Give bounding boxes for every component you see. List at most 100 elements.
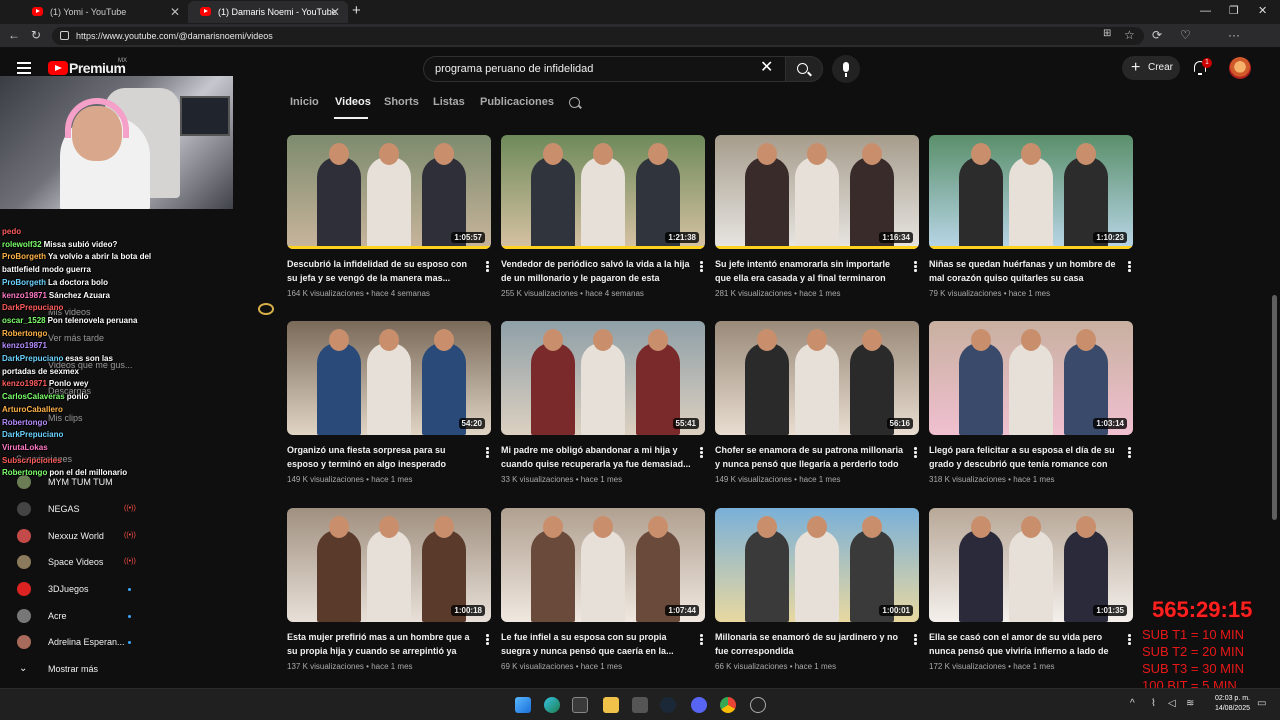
video-card[interactable]: 1:16:34 Su jefe intentó enamorarla sin im… <box>715 135 919 298</box>
video-thumbnail[interactable]: 1:05:57 <box>287 135 491 249</box>
browser-tab-yomi[interactable]: (1) Yomi - YouTube ✕ <box>20 1 188 23</box>
tab-publicaciones[interactable]: Publicaciones <box>480 96 554 108</box>
youtube-premium-wordmark[interactable]: Premium <box>69 60 126 76</box>
more-actions-icon[interactable] <box>700 634 703 645</box>
more-actions-icon[interactable] <box>486 447 489 458</box>
video-thumbnail[interactable]: 1:01:35 <box>929 508 1133 622</box>
extensions-icon[interactable]: ⟳ <box>1152 28 1162 42</box>
notification-center-icon[interactable]: ▭ <box>1257 698 1266 709</box>
search-input[interactable]: programa peruano de infidelidad <box>423 56 785 82</box>
close-tab-icon[interactable]: ✕ <box>330 1 340 23</box>
more-actions-icon[interactable] <box>1128 634 1131 645</box>
more-actions-icon[interactable] <box>914 447 917 458</box>
clear-search-icon[interactable]: ✕ <box>760 59 773 77</box>
tab-shorts[interactable]: Shorts <box>384 96 419 108</box>
video-thumbnail[interactable]: 54:20 <box>287 321 491 435</box>
url-input[interactable]: https://www.youtube.com/@damarisnoemi/vi… <box>52 27 1144 45</box>
browser-tab-damaris[interactable]: (1) Damaris Noemi - YouTube ✕ <box>188 1 348 23</box>
back-arrow-icon[interactable]: ← <box>8 28 20 42</box>
video-thumbnail[interactable]: 55:41 <box>501 321 705 435</box>
network-icon[interactable]: ⌇ <box>1151 698 1156 709</box>
search-button[interactable] <box>785 56 823 82</box>
video-title[interactable]: Millonaria se enamoró de su jardinero y … <box>715 631 905 658</box>
sidebar-sub-negas[interactable]: NEGAS ((•)) <box>14 499 214 519</box>
video-card[interactable]: 1:00:18 Esta mujer prefirió mas a un homb… <box>287 508 491 671</box>
health-icon[interactable]: ♡ <box>1180 28 1191 42</box>
voice-search-button[interactable] <box>832 55 860 83</box>
more-actions-icon[interactable] <box>486 634 489 645</box>
video-title[interactable]: Le fue infiel a su esposa con su propia … <box>501 631 691 658</box>
start-menu-icon[interactable] <box>515 697 531 713</box>
minimize-icon[interactable]: — <box>1200 0 1211 22</box>
video-card[interactable]: 1:21:38 Vendedor de periódico salvó la vi… <box>501 135 705 298</box>
video-card[interactable]: 1:10:23 Niñas se quedan huérfanas y un ho… <box>929 135 1133 298</box>
video-thumbnail[interactable]: 56:16 <box>715 321 919 435</box>
wifi-icon[interactable]: ≋ <box>1186 698 1194 709</box>
video-title[interactable]: Mi padre me obligó abandonar a mi hija y… <box>501 444 691 471</box>
more-menu-icon[interactable]: ··· <box>1228 28 1240 42</box>
tab-listas[interactable]: Listas <box>433 96 465 108</box>
sidebar-show-more[interactable]: ⌄ Mostrar más <box>14 659 214 679</box>
video-thumbnail[interactable]: 1:00:01 <box>715 508 919 622</box>
video-thumbnail[interactable]: 1:07:44 <box>501 508 705 622</box>
discord-icon[interactable] <box>691 697 707 713</box>
video-title[interactable]: Vendedor de periódico salvó la vida a la… <box>501 258 691 285</box>
video-thumbnail[interactable]: 1:03:14 <box>929 321 1133 435</box>
scrollbar-thumb[interactable] <box>1272 295 1277 520</box>
steam-icon[interactable] <box>660 697 676 713</box>
video-title[interactable]: Ella se casó con el amor de su vida pero… <box>929 631 1119 658</box>
tab-inicio[interactable]: Inicio <box>290 96 319 108</box>
app-available-icon[interactable]: ⊞ <box>1103 28 1111 39</box>
video-title[interactable]: Niñas se quedan huérfanas y un hombre de… <box>929 258 1119 285</box>
reload-icon[interactable]: ↻ <box>31 28 41 42</box>
video-card[interactable]: 1:00:01 Millonaria se enamoró de su jardi… <box>715 508 919 671</box>
tab-videos[interactable]: Videos <box>335 96 371 108</box>
hamburger-menu-icon[interactable] <box>17 62 31 74</box>
channel-search-icon[interactable] <box>569 97 580 108</box>
more-actions-icon[interactable] <box>914 634 917 645</box>
more-actions-icon[interactable] <box>1128 447 1131 458</box>
favorite-star-icon[interactable]: ☆ <box>1124 28 1135 42</box>
video-card[interactable]: 1:03:14 Llegó para felicitar a su esposa … <box>929 321 1133 484</box>
video-card[interactable]: 56:16 Chofer se enamora de su patrona mil… <box>715 321 919 484</box>
more-actions-icon[interactable] <box>1128 261 1131 272</box>
file-explorer-icon[interactable] <box>603 697 619 713</box>
video-thumbnail[interactable]: 1:21:38 <box>501 135 705 249</box>
site-info-icon[interactable] <box>60 31 69 40</box>
video-title[interactable]: Llegó para felicitar a su esposa el día … <box>929 444 1119 471</box>
video-title[interactable]: Esta mujer prefirió mas a un hombre que … <box>287 631 477 658</box>
volume-icon[interactable]: ◁ <box>1168 698 1176 709</box>
video-title[interactable]: Chofer se enamora de su patrona millonar… <box>715 444 905 471</box>
taskview-icon[interactable] <box>572 697 588 713</box>
chrome-icon[interactable] <box>720 697 736 713</box>
new-tab-icon[interactable]: + <box>352 0 361 22</box>
sidebar-sub-nexxuz[interactable]: Nexxuz World ((•)) <box>14 526 214 546</box>
video-card[interactable]: 54:20 Organizó una fiesta sorpresa para s… <box>287 321 491 484</box>
video-thumbnail[interactable]: 1:00:18 <box>287 508 491 622</box>
video-title[interactable]: Organizó una fiesta sorpresa para su esp… <box>287 444 477 471</box>
more-actions-icon[interactable] <box>486 261 489 272</box>
more-actions-icon[interactable] <box>700 447 703 458</box>
app-icon[interactable] <box>632 697 648 713</box>
tray-chevron-icon[interactable]: ^ <box>1130 698 1135 709</box>
video-title[interactable]: Su jefe intentó enamorarla sin importarl… <box>715 258 905 285</box>
video-title[interactable]: Descubrió la infidelidad de su esposo co… <box>287 258 477 285</box>
more-actions-icon[interactable] <box>914 261 917 272</box>
more-actions-icon[interactable] <box>700 261 703 272</box>
sidebar-sub-space[interactable]: Space Videos ((•)) <box>14 552 214 572</box>
video-card[interactable]: 1:05:57 Descubrió la infidelidad de su es… <box>287 135 491 298</box>
create-button[interactable]: + Crear <box>1122 56 1180 80</box>
video-card[interactable]: 1:07:44 Le fue infiel a su esposa con su … <box>501 508 705 671</box>
sidebar-sub-3djuegos[interactable]: 3DJuegos <box>14 579 214 599</box>
video-card[interactable]: 55:41 Mi padre me obligó abandonar a mi h… <box>501 321 705 484</box>
obs-icon[interactable] <box>750 697 766 713</box>
close-window-icon[interactable]: ✕ <box>1258 0 1267 22</box>
edge-icon[interactable] <box>544 697 560 713</box>
maximize-icon[interactable]: ❐ <box>1229 0 1239 22</box>
sidebar-sub-adrelina[interactable]: Adrelina Esperan... <box>14 632 214 652</box>
account-avatar[interactable] <box>1229 57 1251 79</box>
clock[interactable]: 02:03 p. m. 14/08/2025 <box>1206 694 1250 714</box>
youtube-logo-icon[interactable] <box>48 61 68 75</box>
video-card[interactable]: 1:01:35 Ella se casó con el amor de su vi… <box>929 508 1133 671</box>
video-thumbnail[interactable]: 1:16:34 <box>715 135 919 249</box>
